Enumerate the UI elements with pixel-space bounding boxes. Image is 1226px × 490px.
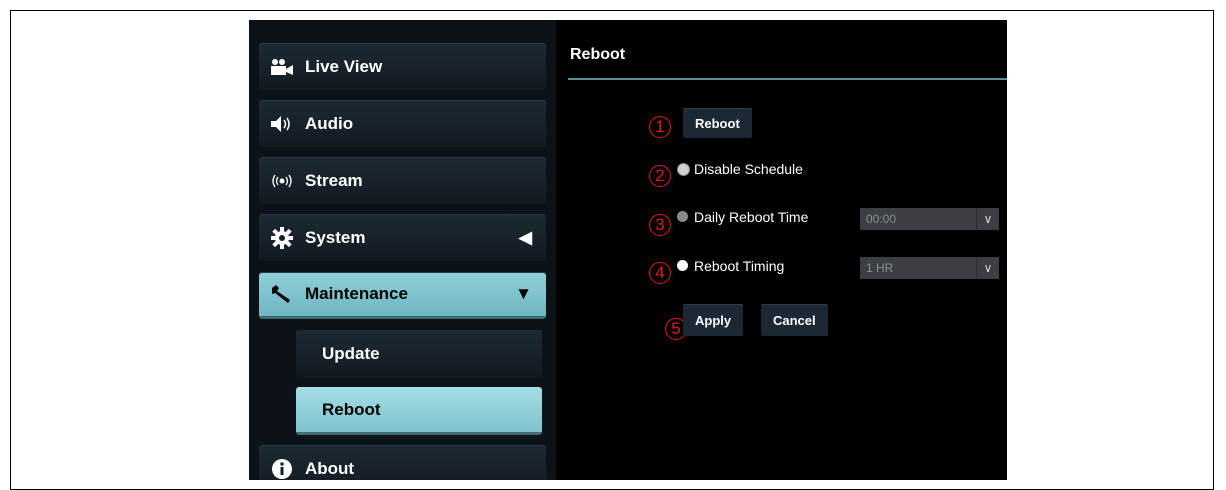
sidebar-item-live-view[interactable]: Live View (259, 43, 546, 90)
cancel-button[interactable]: Cancel (761, 304, 828, 336)
sidebar-item-label: Stream (305, 170, 363, 190)
wrench-icon (269, 284, 295, 304)
page-title: Reboot (570, 46, 626, 63)
sidebar-subitem-label: Reboot (322, 399, 381, 419)
option-label-reboot-timing: Reboot Timing (694, 258, 785, 274)
title-divider (568, 78, 1007, 80)
select-value: 00:00 (866, 212, 897, 226)
reboot-timing-select[interactable]: 1 HR ∨ (860, 257, 999, 279)
select-value: 1 HR (866, 261, 894, 275)
marker-3: 3 (649, 214, 671, 236)
video-camera-icon (269, 58, 295, 76)
sidebar-item-system[interactable]: System ◀ (259, 214, 546, 261)
sidebar-item-label: About (305, 458, 355, 478)
main-panel: Reboot 1 Reboot 2 Disable Schedule 3 Dai… (556, 20, 1007, 480)
chevron-down-icon: ∨ (976, 208, 999, 230)
sidebar-item-label: Audio (305, 113, 354, 133)
sidebar-item-label: Live View (305, 56, 383, 76)
gear-icon (269, 226, 295, 249)
sidebar-item-label: System (305, 227, 366, 247)
radio-daily-reboot-time[interactable] (677, 211, 688, 222)
info-icon (269, 458, 295, 480)
sidebar-item-maintenance[interactable]: Maintenance ▼ (259, 272, 546, 319)
app-window: Live View Audio Stream System ◀ Maintena… (249, 20, 1007, 480)
broadcast-icon (269, 172, 295, 190)
chevron-down-icon: ∨ (976, 257, 999, 279)
sidebar-item-stream[interactable]: Stream (259, 157, 546, 204)
sidebar-item-audio[interactable]: Audio (259, 100, 546, 147)
marker-1: 1 (649, 116, 671, 138)
speaker-icon (269, 115, 295, 133)
radio-disable-schedule[interactable] (677, 163, 690, 176)
collapse-left-icon: ◀ (518, 227, 532, 247)
reboot-button[interactable]: Reboot (683, 108, 752, 138)
radio-reboot-timing[interactable] (677, 260, 688, 271)
marker-2: 2 (649, 165, 671, 187)
sidebar-subitem-update[interactable]: Update (296, 330, 542, 378)
apply-button[interactable]: Apply (683, 304, 744, 336)
marker-4: 4 (649, 262, 671, 284)
sidebar-item-label: Maintenance (305, 284, 408, 303)
option-label-disable-schedule: Disable Schedule (694, 161, 803, 177)
sidebar: Live View Audio Stream System ◀ Maintena… (249, 20, 556, 480)
option-label-daily-reboot-time: Daily Reboot Time (694, 209, 809, 225)
daily-reboot-time-select[interactable]: 00:00 ∨ (860, 208, 999, 230)
sidebar-subitem-label: Update (322, 344, 380, 363)
sidebar-item-about[interactable]: About (259, 445, 546, 480)
chevron-down-icon: ▼ (515, 284, 532, 303)
sidebar-subitem-reboot[interactable]: Reboot (296, 387, 542, 435)
